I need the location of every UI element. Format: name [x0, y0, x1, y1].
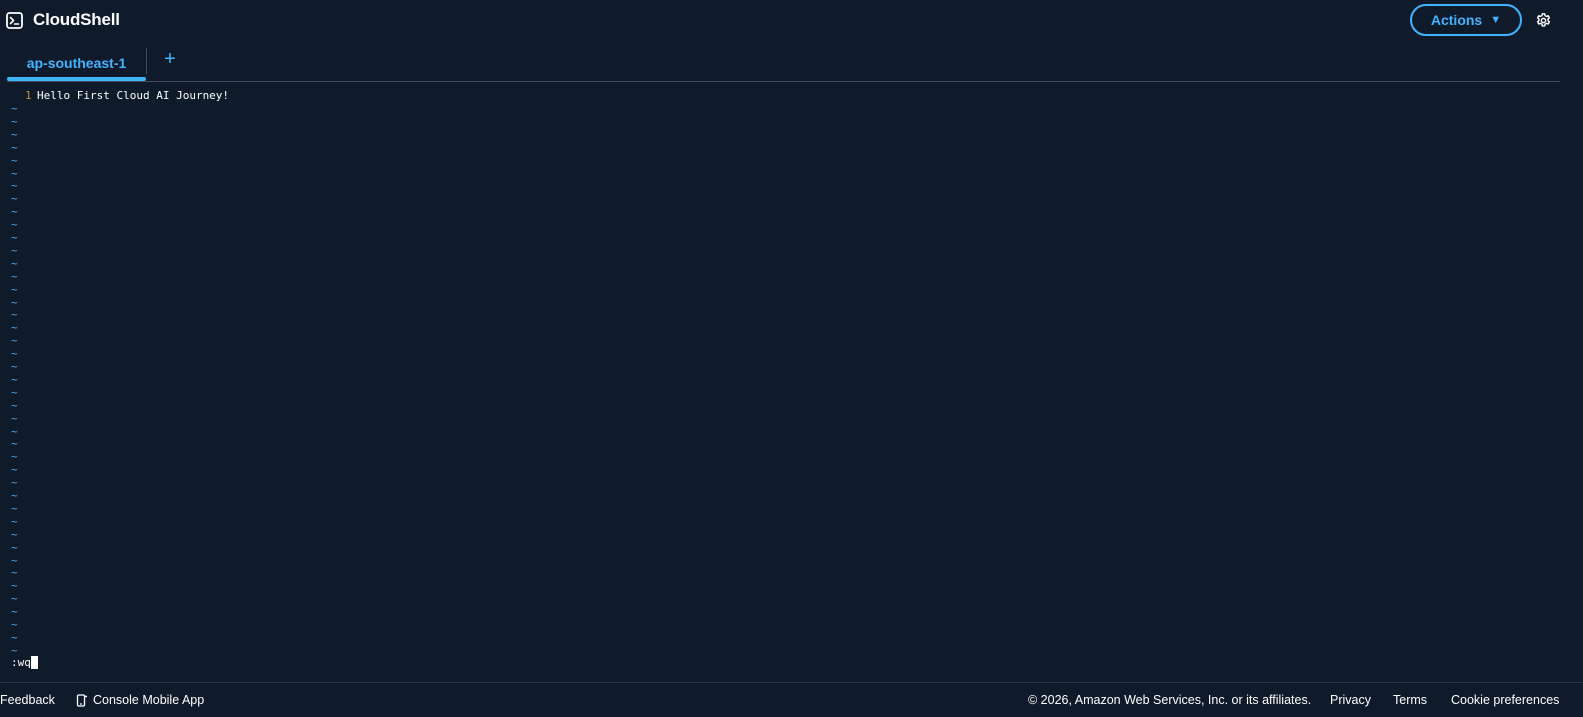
- cookie-preferences-link[interactable]: Cookie preferences: [1451, 693, 1559, 707]
- empty-line-tilde: ~: [11, 489, 18, 502]
- tab-bar: ap-southeast-1 +: [0, 44, 1583, 82]
- empty-line-tilde: ~: [11, 437, 18, 451]
- empty-line-tilde: ~: [11, 295, 18, 309]
- mobile-phone-icon: [76, 693, 87, 707]
- page-title: CloudShell: [33, 10, 120, 29]
- empty-line-tilde: ~: [11, 476, 18, 490]
- text-cursor: [31, 656, 38, 669]
- empty-line-tilde: ~: [11, 192, 18, 206]
- empty-line-tilde: ~: [11, 360, 18, 373]
- empty-line-tilde: ~: [11, 243, 18, 257]
- empty-line-tilde: ~: [11, 334, 18, 348]
- empty-line-tilde: ~: [11, 566, 18, 580]
- add-tab-button[interactable]: +: [160, 48, 180, 70]
- settings-button[interactable]: [1533, 10, 1553, 30]
- console-mobile-app-link[interactable]: Console Mobile App: [76, 693, 204, 707]
- empty-line-tilde: ~: [11, 308, 18, 322]
- empty-line-tilde: ~: [11, 514, 18, 528]
- empty-line-tilde: ~: [11, 463, 18, 477]
- empty-line-tilde: ~: [11, 385, 18, 399]
- empty-line-tilde: ~: [11, 205, 18, 219]
- line-number: 1: [25, 89, 32, 102]
- empty-line-tilde: ~: [11, 579, 18, 593]
- empty-line-tilde: ~: [11, 643, 18, 657]
- tab-bar-divider: [7, 81, 1560, 82]
- empty-line-tilde: ~: [11, 424, 18, 438]
- empty-line-tilde: ~: [11, 553, 18, 567]
- empty-line-tilde: ~: [11, 153, 18, 167]
- vim-command-line[interactable]: :wq: [11, 656, 31, 669]
- empty-line-tilde: ~: [11, 630, 18, 644]
- empty-line-tilde: ~: [11, 540, 18, 554]
- empty-line-tilde: ~: [11, 256, 18, 270]
- empty-line-tilde: ~: [11, 269, 18, 283]
- empty-line-tilde: ~: [11, 102, 18, 115]
- empty-line-tilde: ~: [11, 398, 18, 412]
- copyright-text: © 2026, Amazon Web Services, Inc. or its…: [1028, 693, 1312, 707]
- empty-line-tilde: ~: [11, 140, 18, 154]
- gear-icon: [1536, 12, 1550, 27]
- empty-line-tilde: ~: [11, 411, 18, 425]
- empty-line-tilde: ~: [11, 114, 18, 128]
- terms-link[interactable]: Terms: [1393, 693, 1427, 707]
- empty-line-tilde: ~: [11, 166, 18, 180]
- empty-line-tilde: ~: [11, 450, 18, 464]
- empty-line-tilde: ~: [11, 127, 18, 141]
- footer: Feedback Console Mobile App © 2026, Amaz…: [0, 682, 1583, 717]
- empty-line-tilde: ~: [11, 282, 18, 296]
- caret-down-icon: ▼: [1490, 13, 1502, 26]
- terminal-icon: [6, 11, 23, 29]
- empty-line-tilde: ~: [11, 527, 18, 541]
- empty-line-tilde: ~: [11, 218, 18, 232]
- empty-line-tilde: ~: [11, 372, 18, 386]
- editor-line-text: Hello First Cloud AI Journey!: [37, 89, 230, 102]
- empty-line-tilde: ~: [11, 605, 18, 619]
- terminal-area[interactable]: 1 Hello First Cloud AI Journey! :wq ~ ~ ~ ~…: [0, 89, 1583, 679]
- actions-label: Actions: [1430, 12, 1483, 28]
- privacy-link[interactable]: Privacy: [1330, 693, 1371, 707]
- brand: CloudShell: [6, 9, 120, 31]
- feedback-link[interactable]: Feedback: [0, 693, 55, 707]
- tab-label: ap-southeast-1: [26, 55, 127, 71]
- top-header: CloudShell Actions ▼: [0, 0, 1583, 42]
- tab-divider: [146, 48, 147, 74]
- empty-line-tilde: ~: [11, 501, 18, 515]
- console-mobile-app-label: Console Mobile App: [93, 693, 205, 707]
- empty-line-tilde: ~: [11, 618, 18, 631]
- empty-line-tilde: ~: [11, 231, 18, 244]
- empty-line-tilde: ~: [11, 179, 18, 193]
- empty-line-tilde: ~: [11, 321, 18, 335]
- actions-button[interactable]: Actions ▼: [1410, 4, 1522, 36]
- empty-line-tilde: ~: [11, 347, 18, 361]
- empty-line-tilde: ~: [11, 592, 18, 606]
